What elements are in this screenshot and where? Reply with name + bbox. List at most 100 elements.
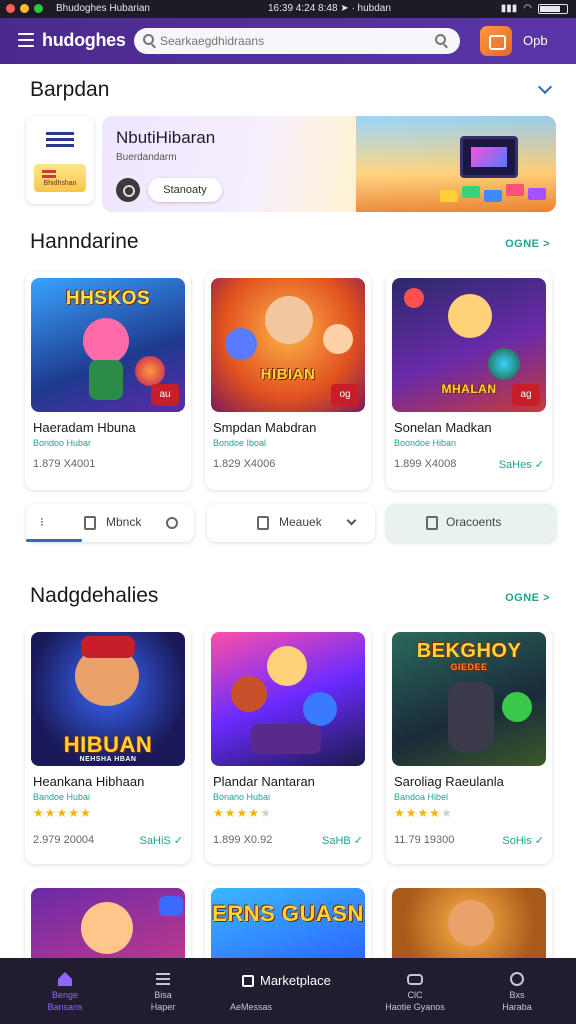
favorite-icon[interactable] [166, 517, 178, 529]
hero-settings-icon[interactable] [116, 178, 140, 202]
game-publisher: Bondoo Hubar [33, 438, 92, 448]
star-rating: ★★★★★ [213, 806, 272, 820]
brand-logo[interactable]: hudoghes [42, 30, 126, 51]
chevron-down-icon[interactable] [537, 79, 553, 95]
star-rating: ★★★★★ [394, 806, 453, 820]
game-thumbnail: ERNS GUASN [211, 888, 365, 958]
game-link[interactable]: SaHB ✓ [322, 834, 363, 847]
status-bar: Bhudoghes Hubarian 16:39 4:24 8:48 ➤ · h… [0, 0, 576, 18]
game-title: Haeradam Hbuna [33, 420, 136, 435]
section2-see-more-link[interactable]: OGNE > [505, 592, 550, 604]
game-thumbnail [211, 632, 365, 766]
game-card[interactable]: ERNS GUASN [205, 882, 371, 958]
action-pill-1[interactable]: ⁝ Mbnck [26, 504, 194, 542]
nav-item-home[interactable]: Benge Bansans [10, 958, 120, 1024]
search-icon [143, 34, 154, 45]
game-thumbnail: HHSKOS au [31, 278, 185, 412]
flag-card[interactable]: Bhidhshan [26, 116, 94, 204]
pill-dot: ⁝ [40, 515, 44, 529]
window-controls [6, 4, 43, 13]
game-stats: 11.79 19300 [394, 834, 455, 846]
game-card[interactable]: BEKGHOY GIEDEE Saroliag Raeulanla Bandoa… [386, 626, 552, 864]
star-icon: ★ [33, 806, 45, 820]
game-thumbnail: HIBUAN NEHSHA HBAN [31, 632, 185, 766]
game-card[interactable] [386, 882, 552, 958]
flag-icon [46, 132, 74, 150]
document-icon [426, 516, 438, 530]
game-art-caption: GIEDEE [450, 662, 488, 672]
game-title: Sonelan Madkan [394, 420, 492, 435]
star-icon: ★ [68, 806, 81, 820]
star-icon: ★ [44, 806, 57, 820]
game-card[interactable]: Plandar Nantaran Bonano Hubai ★★★★★ 1.89… [205, 626, 371, 864]
nav-top-label: Bxs [509, 990, 525, 1000]
user-avatar[interactable] [480, 26, 512, 56]
game-stats: 2.979 20004 [33, 834, 95, 846]
game-art-title: HIBIAN [260, 366, 316, 383]
game-publisher: Bonano Hubai [213, 792, 271, 802]
main-content: Barpdan Bhidhshan NbutiHibaran Buerdanda… [0, 64, 576, 958]
chevron-down-icon[interactable] [346, 515, 357, 526]
game-stats: 1.899 X0.92 [213, 834, 273, 846]
close-dot[interactable] [6, 4, 15, 13]
game-art-title: HHSKOS [65, 288, 151, 309]
minimize-dot[interactable] [20, 4, 29, 13]
flag-tag-label: Bhidhshan [43, 180, 77, 187]
hero-banner[interactable]: NbutiHibaran Buerdandarm Stanoaty [102, 116, 556, 212]
signal-icon: ▮▮▮ [500, 3, 518, 14]
document-icon [257, 516, 269, 530]
status-time: 16:39 4:24 8:48 ➤ · hubdan [268, 3, 391, 14]
star-icon: ★ [429, 806, 442, 820]
star-icon: ★ [394, 806, 406, 820]
game-link[interactable]: SaHiS ✓ [140, 834, 183, 847]
game-card[interactable]: HHSKOS au Haeradam Hbuna Bondoo Hubar 1.… [25, 272, 191, 490]
section1-see-more-link[interactable]: OGNE > [505, 238, 550, 250]
hero-action-button[interactable]: Stanoaty [148, 178, 222, 202]
game-card[interactable]: HIBUAN NEHSHA HBAN Heankana Hibhaan Band… [25, 626, 191, 864]
nav-label: Bansans [47, 1002, 83, 1012]
bottom-navigation: Benge Bansans Bisa Haper AeMessas Market… [0, 958, 576, 1024]
game-publisher: Bondoe Iboal [213, 438, 267, 448]
game-thumbnail: HIBIAN og [211, 278, 365, 412]
game-title: Heankana Hibhaan [33, 774, 145, 789]
star-icon: ★ [213, 806, 225, 820]
app-root: Bhudoghes Hubarian 16:39 4:24 8:48 ➤ · h… [0, 0, 576, 1024]
game-title: Plandar Nantaran [213, 774, 315, 789]
game-link[interactable]: SoHis ✓ [502, 834, 544, 847]
marketplace-tab[interactable]: Marketplace [236, 968, 344, 994]
nav-top-label: ClC [407, 990, 423, 1000]
search-bar[interactable] [134, 28, 460, 54]
game-stats: 1.879 X4001 [33, 458, 96, 470]
game-art-caption: NEHSHA HBAN [79, 756, 137, 763]
status-icons: ▮▮▮ ◠ [501, 3, 568, 14]
star-rating: ★★★★★ [33, 806, 92, 820]
game-link[interactable]: SaHes ✓ [499, 458, 544, 471]
search-submit-icon[interactable] [435, 34, 446, 45]
search-input[interactable] [160, 32, 430, 50]
game-art-title: HIBUAN [63, 732, 153, 757]
game-stats: 1.829 X4006 [213, 458, 276, 470]
game-card[interactable]: HIBIAN og Smpdan Mabdran Bondoe Iboal 1.… [205, 272, 371, 490]
nav-item-games[interactable]: ClC Haotie Gyanos [360, 958, 470, 1024]
game-publisher: Bandoe Hubai [33, 792, 91, 802]
maximize-dot[interactable] [34, 4, 43, 13]
user-label[interactable]: Opb [523, 33, 548, 48]
pill1-label: Mbnck [106, 515, 142, 529]
game-card[interactable]: MHALAN ag Sonelan Madkan Boondoe Hiban 1… [386, 272, 552, 490]
flag-tag: Bhidhshan [34, 164, 86, 192]
menu-icon[interactable] [18, 33, 34, 47]
status-app-name: Bhudoghes Hubarian [56, 3, 150, 14]
list-icon [156, 973, 170, 985]
home-icon [58, 972, 72, 986]
nav-label: Haraba [502, 1002, 532, 1012]
nav-item-profile[interactable]: Bxs Haraba [462, 958, 572, 1024]
action-pill-3[interactable]: Oracoents [386, 504, 556, 542]
game-publisher: Boondoe Hiban [394, 438, 457, 448]
action-pill-2[interactable]: Meauek [207, 504, 375, 542]
game-card[interactable] [25, 882, 191, 958]
active-indicator [26, 539, 82, 542]
star-icon: ★ [236, 806, 249, 820]
battery-icon [538, 3, 568, 14]
pill3-label: Oracoents [446, 515, 502, 529]
section2-title: Nadgdehalies [30, 584, 159, 607]
